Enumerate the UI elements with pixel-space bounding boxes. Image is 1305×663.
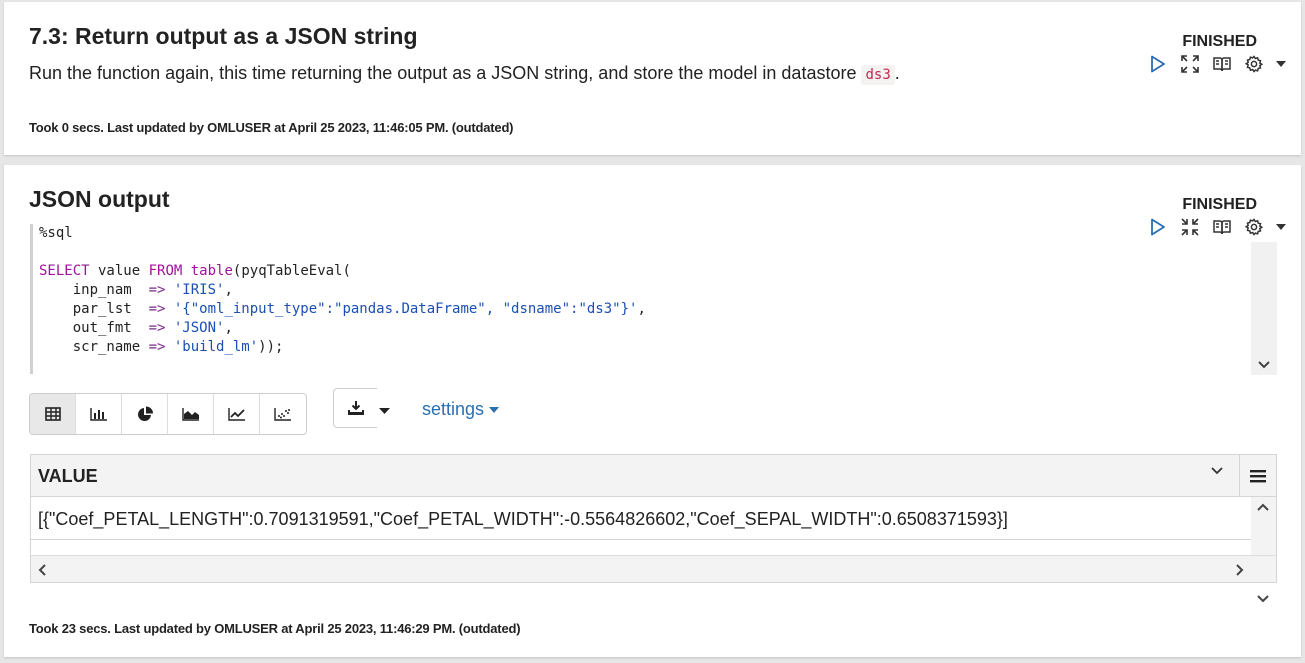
paragraph-description: Run the function again, this time return… xyxy=(29,63,900,85)
settings-label: settings xyxy=(422,399,485,419)
bar-chart-button[interactable] xyxy=(76,394,122,434)
keyword-from: FROM xyxy=(148,263,183,279)
code-editor[interactable]: %sql ​ SELECT value FROM table(pyqTableE… xyxy=(30,224,1277,376)
arg-value: 'IRIS' xyxy=(173,282,225,298)
book-icon[interactable] xyxy=(1211,54,1233,74)
scroll-up-icon[interactable] xyxy=(1257,503,1269,511)
run-icon[interactable] xyxy=(1147,54,1169,74)
caret-down-icon xyxy=(489,406,500,413)
column-header-value[interactable]: VALUE xyxy=(38,466,98,487)
arg-end: , xyxy=(224,320,233,336)
table-view-button[interactable] xyxy=(30,394,76,434)
status-label: FINISHED xyxy=(1182,196,1257,213)
area-chart-icon xyxy=(181,408,199,421)
keyword-select: SELECT xyxy=(39,263,90,279)
paragraph-7-3: 7.3: Return output as a JSON string Run … xyxy=(4,2,1301,155)
inline-code-ds3: ds3 xyxy=(861,65,895,85)
area-chart-button[interactable] xyxy=(168,394,214,434)
arg-arrow: => xyxy=(148,301,166,317)
arg-arrow: => xyxy=(148,282,166,298)
arg-end: )); xyxy=(258,339,284,355)
download-icon xyxy=(347,401,364,415)
caret-down-icon[interactable] xyxy=(1275,54,1287,74)
paragraph-title: JSON output xyxy=(29,186,170,212)
result-table: VALUE [{"Coef_PETAL_LENGTH":0.7091319591… xyxy=(30,454,1277,603)
scroll-left-icon[interactable] xyxy=(38,564,46,576)
keyword-table: table xyxy=(190,263,233,279)
line-chart-button[interactable] xyxy=(214,394,260,434)
interpreter-directive: %sql xyxy=(39,225,73,241)
scroll-right-icon[interactable] xyxy=(1236,564,1244,576)
gear-icon[interactable] xyxy=(1243,54,1265,74)
paragraph-json-output: JSON output FINISHED %sql ​ SELECT value… xyxy=(4,165,1301,657)
column-menu-button[interactable] xyxy=(1239,455,1276,497)
pie-chart-button[interactable] xyxy=(122,394,168,434)
code-token: value xyxy=(89,263,149,279)
table-icon xyxy=(44,407,61,421)
line-chart-icon xyxy=(227,408,245,421)
arg-name: scr_name xyxy=(39,339,149,355)
scatter-chart-icon xyxy=(274,408,291,421)
description-end: . xyxy=(894,63,900,83)
arg-value: 'JSON' xyxy=(173,320,225,336)
download-button[interactable] xyxy=(333,388,377,428)
settings-toggle[interactable]: settings xyxy=(422,399,500,420)
code-text[interactable]: %sql ​ SELECT value FROM table(pyqTableE… xyxy=(39,224,646,357)
paragraph-title: 7.3: Return output as a JSON string xyxy=(29,23,418,49)
bar-chart-icon xyxy=(89,408,107,421)
arg-name: inp_nam xyxy=(39,282,149,298)
visualization-toolbar xyxy=(29,393,307,435)
arg-arrow: => xyxy=(148,339,166,355)
paragraph-footer: Took 23 secs. Last updated by OMLUSER at… xyxy=(29,621,521,636)
scatter-chart-button[interactable] xyxy=(260,394,306,434)
table-horizontal-scrollbar[interactable] xyxy=(31,555,1276,582)
hamburger-menu-icon xyxy=(1250,469,1266,482)
description-text: Run the function again, this time return… xyxy=(29,63,862,83)
arg-end: , xyxy=(224,282,233,298)
paragraph-footer: Took 0 secs. Last updated by OMLUSER at … xyxy=(29,120,514,135)
expand-icon[interactable] xyxy=(1179,54,1201,74)
caret-down-icon xyxy=(379,408,390,414)
status-label: FINISHED xyxy=(1182,33,1257,50)
table-cell: [{"Coef_PETAL_LENGTH":0.7091319591,"Coef… xyxy=(38,509,1008,529)
arg-value: 'build_lm' xyxy=(173,339,259,355)
row-divider xyxy=(31,539,1253,540)
arg-name: out_fmt xyxy=(39,320,149,336)
paragraph-controls xyxy=(1147,54,1287,74)
table-header: VALUE xyxy=(31,455,1241,497)
arg-arrow: => xyxy=(148,320,166,336)
download-dropdown-caret[interactable] xyxy=(379,401,390,419)
arg-end: , xyxy=(637,301,646,317)
table-vertical-scrollbar[interactable] xyxy=(1251,497,1276,603)
chevron-down-icon[interactable] xyxy=(1211,467,1223,475)
arg-value: '{"oml_input_type":"pandas.DataFrame", "… xyxy=(173,301,638,317)
arg-name: par_lst xyxy=(39,301,149,317)
code-token: (pyqTableEval( xyxy=(232,263,351,279)
scroll-down-icon[interactable] xyxy=(1258,361,1270,369)
editor-gutter xyxy=(30,224,33,374)
pie-chart-icon xyxy=(137,406,153,421)
editor-scrollbar[interactable] xyxy=(1251,242,1277,375)
scroll-down-icon[interactable] xyxy=(1257,595,1269,603)
